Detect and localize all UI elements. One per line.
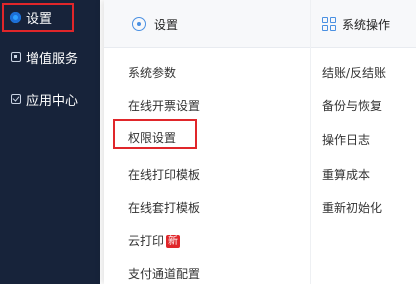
sidebar-item-label: 增值服务 [26, 51, 79, 67]
system-column-header: 系统操作 [322, 14, 390, 34]
menu-item-cloud-print[interactable]: 云打印新 [128, 231, 181, 251]
menu-item-reinitialize[interactable]: 重新初始化 [322, 198, 382, 218]
menu-item-label: 在线套打模板 [128, 201, 201, 215]
menu-item-operation-log[interactable]: 操作日志 [322, 130, 370, 150]
system-column-title: 系统操作 [342, 17, 391, 32]
menu-item-label: 结账/反结账 [322, 66, 387, 80]
menu-item-label: 系统参数 [128, 66, 177, 80]
sidebar-item-label: 应用中心 [26, 93, 79, 109]
menu-item-label: 重新初始化 [322, 201, 383, 215]
menu-item-overlay-print-template[interactable]: 在线套打模板 [128, 198, 200, 218]
new-badge: 新 [166, 235, 181, 248]
sidebar-item-app-center[interactable]: 应用中心 [0, 84, 100, 114]
settings-column-title: 设置 [154, 17, 179, 32]
menu-item-label: 在线开票设置 [128, 99, 201, 113]
app-center-icon [10, 94, 21, 105]
settings-circle-icon [132, 17, 146, 31]
menu-item-invoice-settings[interactable]: 在线开票设置 [128, 96, 200, 116]
menu-item-label: 重算成本 [322, 168, 371, 182]
settings-highlight-box [2, 3, 74, 32]
menu-item-label: 操作日志 [322, 133, 371, 147]
sidebar-item-value-added[interactable]: 增值服务 [0, 42, 100, 72]
settings-column-header: 设置 [132, 14, 178, 34]
menu-item-payment-channel[interactable]: 支付通道配置 [128, 264, 200, 284]
menu-item-recalculate-cost[interactable]: 重算成本 [322, 165, 370, 185]
menu-item-label: 云打印 [128, 234, 165, 248]
sidebar: 设置 增值服务 应用中心 [0, 0, 100, 284]
menu-item-closing[interactable]: 结账/反结账 [322, 63, 386, 83]
column-divider [310, 0, 311, 284]
value-added-icon [10, 52, 21, 63]
menu-item-print-template[interactable]: 在线打印模板 [128, 165, 200, 185]
menu-item-system-params[interactable]: 系统参数 [128, 63, 176, 83]
menu-item-label: 在线打印模板 [128, 168, 201, 182]
permission-highlight-box [113, 119, 197, 149]
grid-icon [322, 17, 336, 31]
menu-item-backup-restore[interactable]: 备份与恢复 [322, 96, 382, 116]
menu-item-label: 支付通道配置 [128, 267, 201, 281]
menu-item-label: 备份与恢复 [322, 99, 383, 113]
